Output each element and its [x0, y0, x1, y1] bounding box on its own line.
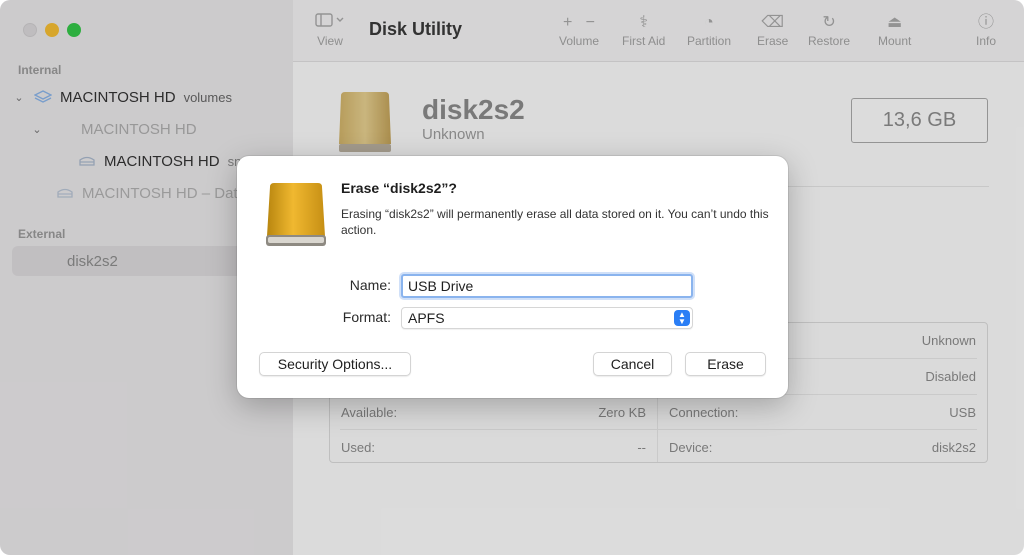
format-value: APFS [408, 310, 445, 326]
dialog-message: Erasing “disk2s2” will permanently erase… [341, 207, 769, 237]
chevron-up-down-icon: ▲ ▼ [674, 310, 690, 326]
cancel-button[interactable]: Cancel [593, 352, 672, 376]
erase-dialog: Erase “disk2s2”? Erasing “disk2s2” will … [237, 156, 788, 398]
name-input[interactable] [401, 274, 693, 298]
format-select[interactable]: APFS ▲ ▼ [401, 307, 693, 329]
format-label: Format: [342, 309, 391, 325]
disk-utility-window: Internal ⌄ MACINTOSH HD volumes ⌄ MACINT… [0, 0, 1024, 555]
security-options-button[interactable]: Security Options... [259, 352, 411, 376]
name-label: Name: [349, 277, 391, 293]
external-drive-icon [266, 183, 326, 246]
dialog-title: Erase “disk2s2”? [341, 180, 457, 196]
erase-button[interactable]: Erase [685, 352, 766, 376]
